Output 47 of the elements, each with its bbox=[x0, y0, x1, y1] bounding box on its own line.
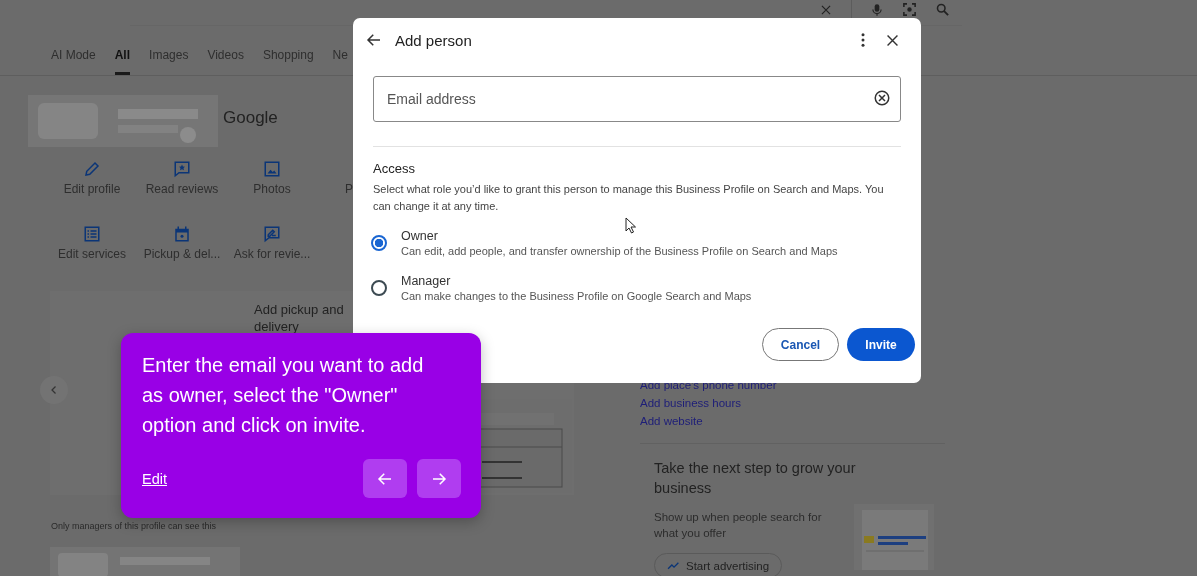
email-field[interactable]: Email address bbox=[373, 76, 901, 122]
back-icon[interactable] bbox=[365, 31, 383, 49]
radio-button[interactable] bbox=[371, 280, 387, 296]
business-name: Google bbox=[223, 108, 278, 128]
action-label[interactable]: Read reviews bbox=[145, 182, 219, 196]
option-label: Manager bbox=[401, 274, 452, 288]
action-icon[interactable] bbox=[263, 225, 281, 243]
action-label[interactable]: Pickup & del... bbox=[143, 247, 221, 261]
option-description: Can edit, add people, and transfer ownership of the Business Profile on Search and Maps bbox=[401, 245, 838, 257]
cancel-button[interactable]: Cancel bbox=[762, 328, 839, 361]
action-icon[interactable] bbox=[173, 225, 191, 243]
action-icon[interactable] bbox=[173, 160, 191, 178]
edit-link[interactable]: Edit bbox=[142, 470, 167, 487]
radio-button[interactable] bbox=[371, 235, 387, 251]
cursor-icon bbox=[625, 217, 637, 234]
action-icon[interactable] bbox=[83, 160, 101, 178]
action-icon[interactable] bbox=[263, 160, 281, 178]
section-description: Select what role you’d like to grant this person to manage this Business Profile on Search and Maps. You can change it at any time. bbox=[373, 182, 885, 214]
option-description: Can make changes to the Business Profile on Google Search and Maps bbox=[401, 290, 752, 302]
link[interactable]: Add website bbox=[640, 412, 945, 430]
next-button[interactable] bbox=[417, 459, 461, 498]
clear-icon[interactable] bbox=[873, 89, 891, 107]
action-label[interactable]: Edit services bbox=[58, 247, 126, 261]
search-tab[interactable]: Images bbox=[149, 48, 189, 75]
card-title: Take the next step to grow your business bbox=[654, 459, 857, 498]
action-label[interactable]: Ask for revie... bbox=[233, 247, 311, 261]
section-heading: Access bbox=[373, 161, 416, 176]
search-tab[interactable]: Ne bbox=[332, 48, 348, 75]
action-icon[interactable] bbox=[83, 225, 101, 243]
search-tab[interactable]: Shopping bbox=[262, 48, 314, 75]
camera-icon[interactable] bbox=[902, 2, 917, 17]
search-tab[interactable]: AI Mode bbox=[51, 48, 96, 75]
promo-title: Add pickup and delivery bbox=[254, 301, 345, 335]
search-tab[interactable]: All bbox=[114, 48, 131, 75]
dialog-title: Add person bbox=[395, 31, 473, 49]
action-label[interactable]: P bbox=[345, 182, 353, 196]
search-icon[interactable] bbox=[935, 2, 950, 17]
link[interactable]: Add business hours bbox=[640, 394, 945, 412]
search-tab[interactable]: Videos bbox=[207, 48, 244, 75]
option-label: Owner bbox=[401, 229, 439, 243]
action-label[interactable]: Edit profile bbox=[63, 182, 121, 196]
invite-button[interactable]: Invite bbox=[847, 328, 915, 361]
tooltip-text: Enter the email you want to add as owner, select the "Owner" option and click on invite. bbox=[142, 353, 425, 438]
microphone-icon[interactable] bbox=[870, 1, 884, 18]
card-text: Show up when people search for what you offer bbox=[654, 510, 823, 541]
action-label[interactable]: Photos bbox=[253, 182, 291, 196]
previous-button[interactable] bbox=[363, 459, 407, 498]
